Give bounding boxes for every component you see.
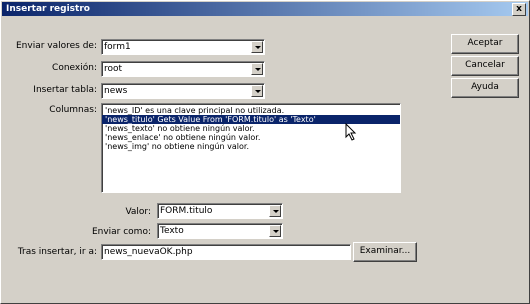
enviar-como-label: Enviar como: [91, 227, 151, 237]
conexion-select[interactable]: root [101, 61, 265, 77]
enviar-valores-select[interactable]: form1 [101, 39, 265, 55]
aceptar-button[interactable]: Aceptar [451, 34, 519, 54]
list-item[interactable]: 'news_img' no obtiene ningún valor. [102, 142, 400, 151]
chevron-down-icon[interactable] [269, 205, 281, 217]
conexion-label: Conexión: [52, 63, 97, 73]
insertar-registro-dialog: Insertar registro x Enviar valores de: f… [0, 0, 530, 304]
insertar-tabla-value: news [104, 86, 128, 96]
insertar-tabla-select[interactable]: news [101, 83, 265, 99]
chevron-down-icon[interactable] [251, 63, 263, 75]
mouse-pointer-icon [345, 123, 357, 141]
ayuda-button[interactable]: Ayuda [451, 78, 519, 98]
enviar-como-select[interactable]: Texto [157, 223, 283, 239]
close-button[interactable]: x [512, 3, 526, 16]
columnas-listbox[interactable]: 'news_ID' es una clave principal no util… [101, 103, 401, 193]
chevron-down-icon[interactable] [251, 85, 263, 97]
title-bar: Insertar registro x [2, 2, 528, 16]
tras-insertar-input[interactable]: news_nuevaOK.php [101, 244, 351, 260]
list-item[interactable]: 'news_ID' es una clave principal no util… [102, 106, 400, 115]
columnas-label: Columnas: [49, 105, 97, 115]
valor-select[interactable]: FORM.titulo [157, 203, 283, 219]
enviar-como-value: Texto [160, 226, 184, 236]
tras-insertar-label: Tras insertar, ir a: [17, 247, 97, 257]
dialog-title: Insertar registro [6, 4, 90, 14]
cancelar-button[interactable]: Cancelar [451, 56, 519, 76]
valor-label: Valor: [125, 207, 151, 217]
conexion-value: root [104, 64, 123, 74]
examinar-button[interactable]: Examinar... [353, 242, 417, 262]
chevron-down-icon[interactable] [269, 225, 281, 237]
valor-value: FORM.titulo [160, 206, 213, 216]
tras-insertar-value: news_nuevaOK.php [104, 247, 193, 257]
enviar-valores-value: form1 [104, 42, 131, 52]
chevron-down-icon[interactable] [251, 41, 263, 53]
insertar-tabla-label: Insertar tabla: [33, 85, 97, 95]
enviar-valores-label: Enviar valores de: [15, 41, 97, 51]
